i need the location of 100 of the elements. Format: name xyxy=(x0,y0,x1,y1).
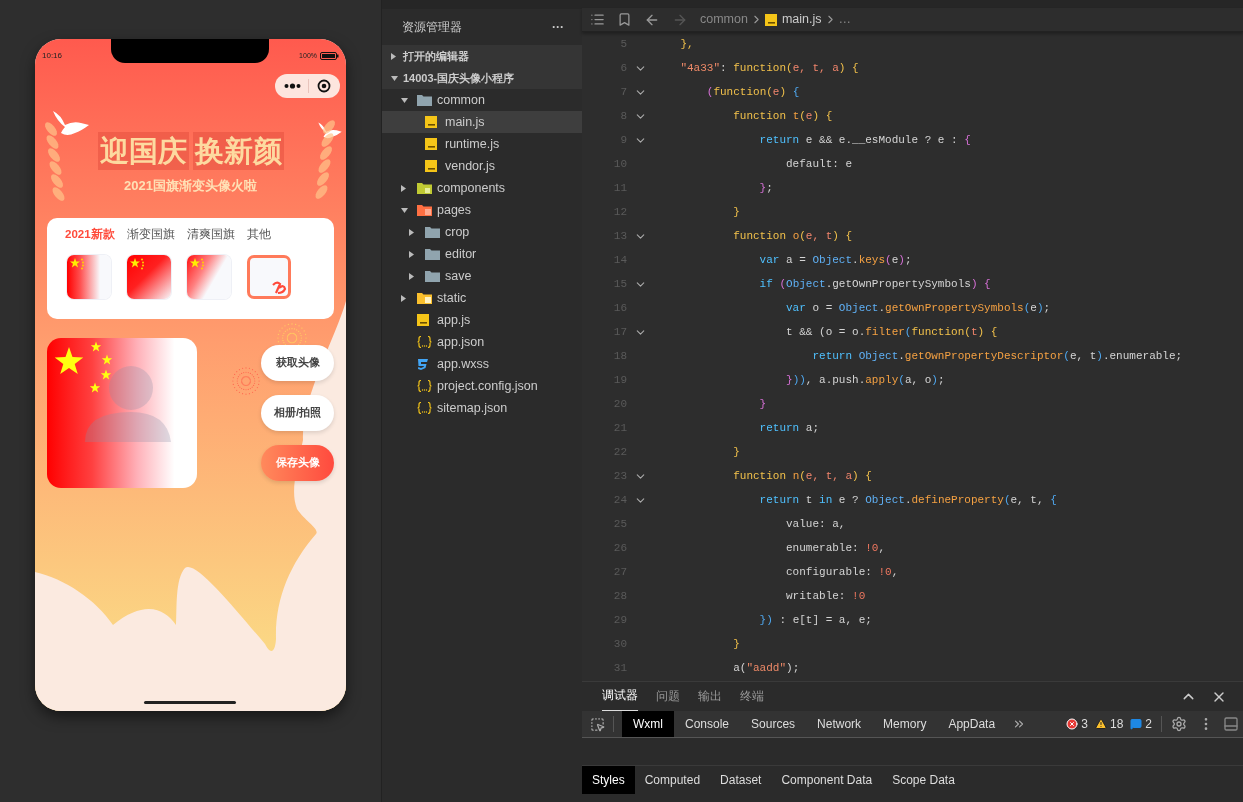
file-tree-item[interactable]: crop xyxy=(382,221,582,243)
error-icon xyxy=(1066,718,1079,730)
expand-arrow-icon xyxy=(401,207,408,213)
code-line: })), a.push.apply(a, o); xyxy=(785,372,945,388)
braces-icon xyxy=(417,402,432,414)
collapse-arrow-icon xyxy=(401,184,406,192)
star-icon xyxy=(190,257,204,272)
js-file-icon xyxy=(425,160,437,172)
file-name: app.js xyxy=(437,311,471,329)
expand-arrow-icon xyxy=(391,75,398,81)
file-tree-item[interactable]: common xyxy=(382,89,582,111)
frame-thumbnail[interactable] xyxy=(247,254,291,299)
banner-title: 换新颜 xyxy=(192,132,284,170)
styles-tab[interactable]: Dataset xyxy=(710,765,772,794)
code-line: if (Object.getOwnPropertySymbols) { xyxy=(758,276,991,292)
file-tree-item[interactable]: components xyxy=(382,177,582,199)
category-tab[interactable]: 渐变国旗 xyxy=(126,225,175,242)
devtools-tab[interactable]: Wxml xyxy=(622,711,674,737)
code-line: return a; xyxy=(758,420,820,436)
styles-tab[interactable]: Scope Data xyxy=(882,765,965,794)
file-tree-item[interactable]: static xyxy=(382,287,582,309)
warning-count: 18 xyxy=(1109,716,1124,733)
file-tree-item[interactable]: main.js xyxy=(382,111,582,133)
file-tree-item[interactable]: sitemap.json xyxy=(382,397,582,419)
file-tree-item[interactable]: app.js xyxy=(382,309,582,331)
code-line: } xyxy=(732,204,740,220)
breadcrumb-item[interactable]: … xyxy=(838,10,852,29)
panel-tab[interactable]: 输出 xyxy=(698,681,722,712)
file-tree-item[interactable]: vendor.js xyxy=(382,155,582,177)
file-tree-item[interactable]: app.wxss xyxy=(382,353,582,375)
close-icon[interactable] xyxy=(317,79,331,93)
file-name: common xyxy=(437,91,485,109)
more-icon[interactable] xyxy=(284,83,301,89)
file-tree-item[interactable]: pages xyxy=(382,199,582,221)
file-name: save xyxy=(445,267,472,285)
file-name: runtime.js xyxy=(445,135,500,153)
expand-arrow-icon xyxy=(401,97,408,103)
styles-tab[interactable]: Computed xyxy=(634,765,711,794)
section-header[interactable]: 14003-国庆头像小程序 xyxy=(382,67,582,89)
flag-thumbnail[interactable] xyxy=(67,254,111,299)
section-title: 打开的编辑器 xyxy=(403,48,469,64)
devtools-tab[interactable]: AppData xyxy=(937,711,1007,737)
flag-thumbnail[interactable] xyxy=(187,254,231,299)
logo-mark-icon xyxy=(271,280,287,295)
outline-icon[interactable] xyxy=(590,12,605,27)
panel-tab[interactable]: 终端 xyxy=(740,681,764,712)
code-line: return e && e.__esModule ? e : { xyxy=(758,132,971,148)
code-line: writable: !0 xyxy=(785,588,866,604)
code-line: (function(e) { xyxy=(705,84,800,100)
file-name: vendor.js xyxy=(445,157,496,175)
message-icon xyxy=(1130,718,1143,730)
more-button[interactable]: ··· xyxy=(552,18,564,36)
code-line: return Object.getOwnPropertyDescriptor(e, t).enumerable; xyxy=(811,348,1183,364)
styles-tab[interactable]: Styles xyxy=(582,765,635,794)
code-line: }, xyxy=(679,36,694,52)
category-tab[interactable]: 其他 xyxy=(246,225,271,242)
js-file-icon xyxy=(764,13,777,26)
folder-icon xyxy=(417,182,432,194)
styles-tab[interactable]: Component Data xyxy=(771,765,883,794)
star-icon xyxy=(130,257,144,272)
star-icon xyxy=(70,257,84,272)
error-count: 3 xyxy=(1081,716,1088,733)
css-file-icon xyxy=(417,357,429,371)
capsule-menu[interactable] xyxy=(275,74,340,98)
flag-thumbnail[interactable] xyxy=(127,254,171,299)
explorer-title: 资源管理器 xyxy=(402,19,462,36)
collapse-arrow-icon xyxy=(391,52,396,60)
code-line: t && (o = o.filter(function(t) { xyxy=(785,324,998,340)
file-tree-item[interactable]: app.json xyxy=(382,331,582,353)
file-name: sitemap.json xyxy=(437,399,508,417)
folder-icon xyxy=(417,292,432,304)
file-tree-item[interactable]: save xyxy=(382,265,582,287)
devtools-tab[interactable]: Console xyxy=(674,711,741,737)
code-line: function n(e, t, a) { xyxy=(732,468,872,484)
file-tree-item[interactable]: project.config.json xyxy=(382,375,582,397)
folder-icon xyxy=(425,226,440,238)
file-name: project.config.json xyxy=(437,377,538,395)
folder-icon xyxy=(417,204,432,216)
section-header[interactable]: 打开的编辑器 xyxy=(382,45,582,67)
code-line: value: a, xyxy=(785,516,846,532)
code-line: function t(e) { xyxy=(732,108,833,124)
category-tab[interactable]: 清爽国旗 xyxy=(186,225,235,242)
code-line: enumerable: !0, xyxy=(785,540,886,556)
code-line: function o(e, t) { xyxy=(732,228,853,244)
breadcrumb-item[interactable]: common xyxy=(700,10,748,29)
breadcrumb-item[interactable]: main.js xyxy=(781,10,822,29)
devtools-tab[interactable]: Network xyxy=(806,711,873,737)
file-tree-item[interactable]: runtime.js xyxy=(382,133,582,155)
dock-icon[interactable] xyxy=(1223,716,1239,732)
code-line: }; xyxy=(758,180,773,196)
collapse-arrow-icon xyxy=(409,272,414,280)
bookmark-icon[interactable] xyxy=(617,12,632,27)
code-line: return t in e ? Object.defineProperty(e, t, { xyxy=(758,492,1057,508)
inspect-icon[interactable] xyxy=(590,716,605,732)
settings-icon[interactable] xyxy=(1171,716,1187,732)
devtools-tab[interactable]: Sources xyxy=(740,711,807,737)
code-line: a("aadd"); xyxy=(732,660,800,676)
file-tree-item[interactable]: editor xyxy=(382,243,582,265)
panel-tab[interactable]: 问题 xyxy=(656,681,680,712)
devtools-tab[interactable]: Memory xyxy=(872,711,938,737)
